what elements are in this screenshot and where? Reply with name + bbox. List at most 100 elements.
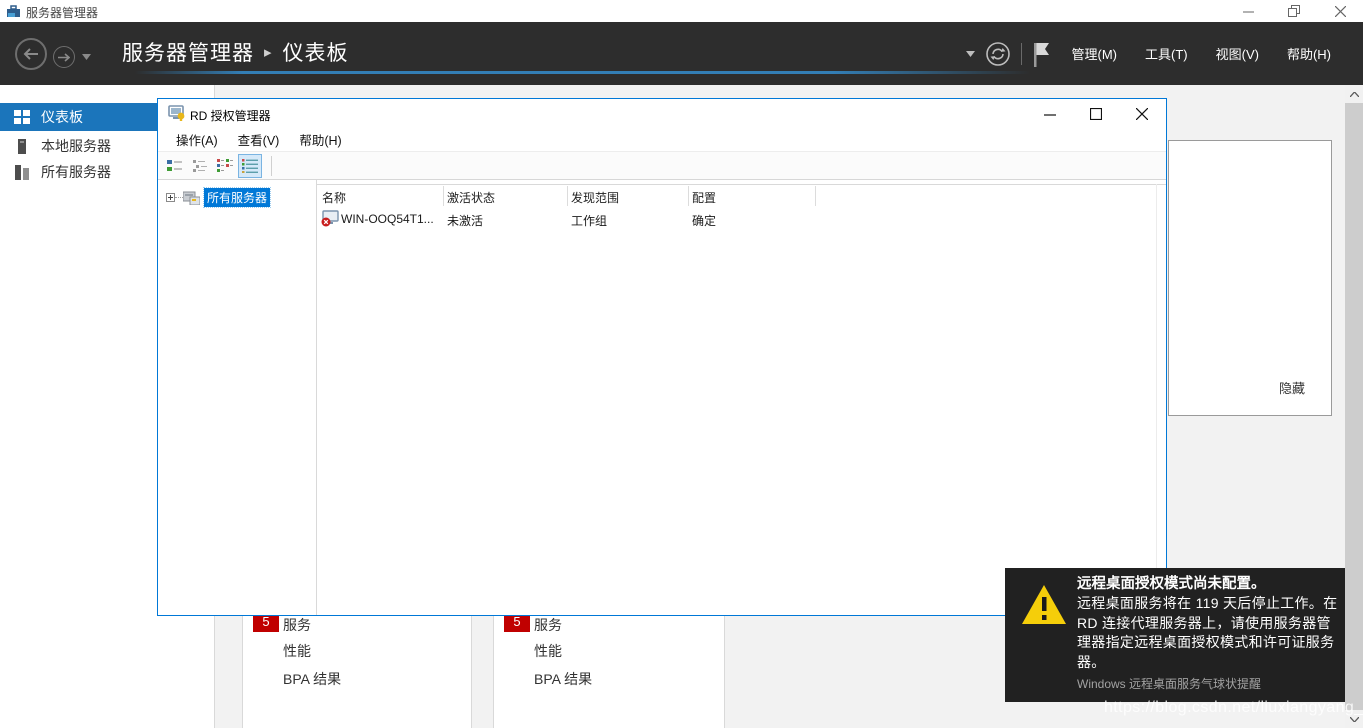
tile-row-services[interactable]: 5 服务 bbox=[243, 613, 471, 637]
column-separator[interactable] bbox=[443, 186, 444, 206]
tile-link-bpa-results[interactable]: BPA 结果 bbox=[283, 669, 341, 689]
sidebar-item-label: 仪表板 bbox=[41, 107, 83, 127]
rd-server-list: 名称 激活状态 发现范围 配置 WIN-OOQ54T1... 未激活 工作组 确… bbox=[317, 180, 1166, 615]
column-separator[interactable] bbox=[815, 186, 816, 206]
hide-link[interactable]: 隐藏 bbox=[1279, 378, 1305, 397]
cell-scope: 工作组 bbox=[571, 212, 607, 229]
rd-menu-help[interactable]: 帮助(H) bbox=[289, 130, 351, 149]
menu-view[interactable]: 视图(V) bbox=[1202, 44, 1273, 63]
column-header-config[interactable]: 配置 bbox=[692, 189, 716, 206]
rd-menubar: 操作(A) 查看(V) 帮助(H) bbox=[158, 128, 1166, 152]
tile-row-services[interactable]: 5 服务 bbox=[494, 613, 724, 637]
server-error-icon bbox=[321, 210, 340, 227]
tile-row-performance[interactable]: 性能 bbox=[243, 639, 471, 663]
rd-minimize-button[interactable] bbox=[1028, 99, 1072, 128]
menu-help[interactable]: 帮助(H) bbox=[1273, 44, 1345, 63]
breadcrumb-separator: ▸ bbox=[264, 43, 273, 61]
minimize-icon bbox=[1044, 108, 1056, 120]
rd-maximize-button[interactable] bbox=[1074, 99, 1118, 128]
list-right-border bbox=[1156, 184, 1157, 615]
close-button[interactable] bbox=[1317, 0, 1363, 22]
refresh-icon[interactable] bbox=[985, 41, 1011, 67]
minimize-icon bbox=[1243, 6, 1254, 17]
forward-arrow-icon bbox=[58, 53, 70, 62]
tile-link-services[interactable]: 服务 bbox=[283, 615, 311, 635]
flag-icon[interactable] bbox=[1032, 41, 1050, 67]
rd-licensing-toast[interactable]: 远程桌面授权模式尚未配置。 远程桌面服务将在 119 天后停止工作。在 RD 连… bbox=[1005, 568, 1345, 702]
close-icon bbox=[1136, 108, 1148, 120]
column-header-name[interactable]: 名称 bbox=[322, 189, 346, 206]
tree-node-label[interactable]: 所有服务器 bbox=[204, 188, 270, 207]
toast-title: 远程桌面授权模式尚未配置。 bbox=[1077, 574, 1339, 594]
tile-row-bpa[interactable]: BPA 结果 bbox=[494, 667, 724, 691]
tile-link-performance[interactable]: 性能 bbox=[283, 641, 311, 661]
details-view-icon bbox=[242, 159, 258, 173]
toolbar-separator bbox=[271, 156, 272, 176]
toolbar-large-icons-button[interactable] bbox=[163, 154, 187, 178]
window-title: 服务器管理器 bbox=[26, 4, 98, 21]
tile-link-performance[interactable]: 性能 bbox=[534, 641, 562, 661]
restore-button[interactable] bbox=[1271, 0, 1317, 22]
navbar-right-group: 管理(M) 工具(T) 视图(V) 帮助(H) bbox=[966, 22, 1346, 85]
maximize-icon bbox=[1090, 108, 1102, 120]
list-top-border bbox=[317, 184, 1166, 185]
cell-activation: 未激活 bbox=[447, 212, 483, 229]
toast-body: 远程桌面服务将在 119 天后停止工作。在 RD 连接代理服务器上，请使用服务器… bbox=[1077, 594, 1339, 672]
rd-window-title: RD 授权管理器 bbox=[190, 107, 271, 124]
toolbar-small-icons-button[interactable] bbox=[188, 154, 212, 178]
minimize-button[interactable] bbox=[1225, 0, 1271, 22]
cell-config: 确定 bbox=[692, 212, 716, 229]
tile-link-services[interactable]: 服务 bbox=[534, 615, 562, 635]
navbar-separator bbox=[1021, 43, 1022, 65]
notifications-dropdown-icon[interactable] bbox=[966, 51, 975, 57]
rd-toolbar bbox=[158, 152, 1166, 180]
message-flyout-panel: 隐藏 bbox=[1168, 140, 1332, 416]
breadcrumb-root[interactable]: 服务器管理器 bbox=[122, 37, 254, 67]
sidebar-item-label: 本地服务器 bbox=[41, 136, 111, 156]
tree-connector bbox=[175, 197, 183, 198]
restore-icon bbox=[1288, 5, 1300, 17]
expand-plus-icon[interactable] bbox=[166, 193, 175, 202]
chevron-down-icon bbox=[1350, 717, 1359, 722]
column-separator[interactable] bbox=[688, 186, 689, 206]
column-header-scope[interactable]: 发现范围 bbox=[571, 189, 619, 206]
warning-triangle-icon bbox=[1021, 584, 1067, 626]
rd-licensing-manager-window: RD 授权管理器 操作(A) 查看(V) 帮助(H) bbox=[157, 98, 1167, 616]
scroll-up-button[interactable] bbox=[1345, 85, 1363, 103]
menu-manage[interactable]: 管理(M) bbox=[1058, 44, 1132, 63]
rd-console-tree: 所有服务器 bbox=[159, 180, 316, 615]
breadcrumb-underline-glow bbox=[135, 71, 1030, 74]
dashboard-grid-icon bbox=[13, 110, 31, 124]
back-arrow-icon bbox=[23, 48, 39, 60]
toast-text-block: 远程桌面授权模式尚未配置。 远程桌面服务将在 119 天后停止工作。在 RD 连… bbox=[1077, 574, 1339, 692]
cell-server-name: WIN-OOQ54T1... bbox=[341, 212, 434, 226]
back-button[interactable] bbox=[15, 38, 47, 70]
tile-row-bpa[interactable]: BPA 结果 bbox=[243, 667, 471, 691]
history-dropdown-icon[interactable] bbox=[82, 54, 91, 60]
rd-titlebar[interactable]: RD 授权管理器 bbox=[158, 99, 1166, 128]
toolbar-list-view-button[interactable] bbox=[213, 154, 237, 178]
chevron-up-icon bbox=[1350, 92, 1359, 97]
list-view-icon bbox=[217, 159, 233, 173]
toast-footer: Windows 远程桌面服务气球状提醒 bbox=[1077, 675, 1339, 692]
menu-tools[interactable]: 工具(T) bbox=[1131, 44, 1202, 63]
watermark: https://blog.csdn.net/liuxiangyang_ bbox=[1104, 699, 1354, 717]
tile-link-bpa-results[interactable]: BPA 结果 bbox=[534, 669, 592, 689]
rd-menu-action[interactable]: 操作(A) bbox=[166, 130, 228, 149]
column-separator[interactable] bbox=[567, 186, 568, 206]
close-icon bbox=[1335, 6, 1346, 17]
rd-menu-view[interactable]: 查看(V) bbox=[228, 130, 290, 149]
column-header-activation[interactable]: 激活状态 bbox=[447, 189, 495, 206]
small-icons-view-icon bbox=[192, 159, 208, 173]
tile-row-performance[interactable]: 性能 bbox=[494, 639, 724, 663]
rd-licensing-app-icon bbox=[168, 105, 186, 121]
toolbar-details-view-button[interactable] bbox=[238, 154, 262, 178]
main-scrollbar[interactable] bbox=[1345, 85, 1363, 728]
server-manager-app-icon bbox=[6, 4, 21, 18]
navigation-bar: 服务器管理器 ▸ 仪表板 管理(M) 工具(T) 视图(V) 帮助(H) bbox=[0, 22, 1363, 85]
breadcrumb-current[interactable]: 仪表板 bbox=[283, 37, 349, 67]
large-icons-view-icon bbox=[167, 159, 183, 173]
tree-node-all-servers[interactable]: 所有服务器 bbox=[166, 188, 270, 206]
forward-button[interactable] bbox=[53, 46, 75, 68]
rd-close-button[interactable] bbox=[1120, 99, 1164, 128]
